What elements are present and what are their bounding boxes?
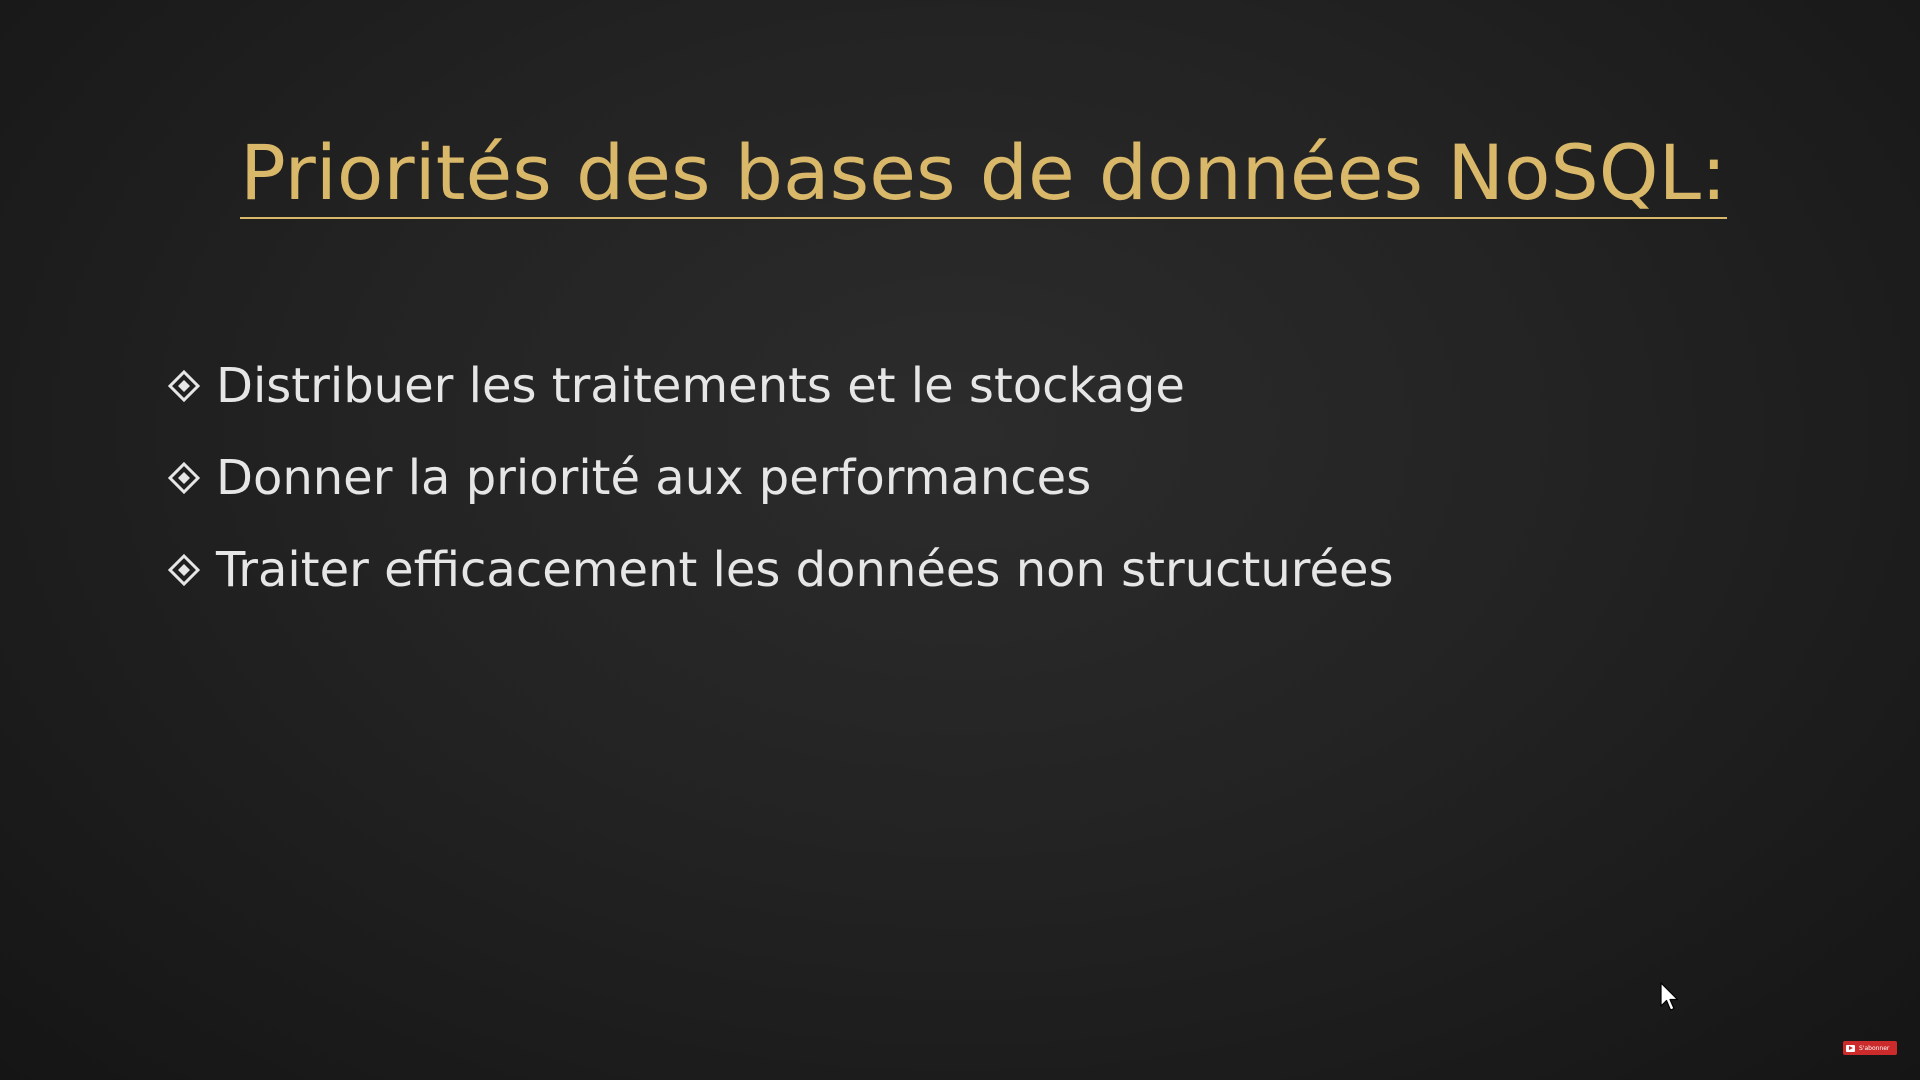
diamond-bullet-icon	[167, 461, 201, 495]
subscribe-button[interactable]: S'abonner	[1843, 1041, 1897, 1055]
slide-title: Priorités des bases de données NoSQL:	[240, 118, 1727, 228]
bullet-item: Distribuer les traitements et le stockag…	[166, 340, 1394, 432]
bullet-text: Distribuer les traitements et le stockag…	[216, 358, 1185, 414]
bullet-text: Traiter efficacement les données non str…	[216, 542, 1394, 598]
slide: Priorités des bases de données NoSQL: Di…	[0, 0, 1920, 1080]
mouse-pointer-icon	[1660, 982, 1679, 1011]
diamond-bullet-icon	[167, 553, 201, 587]
bullet-text: Donner la priorité aux performances	[216, 450, 1092, 506]
bullet-list: Distribuer les traitements et le stockag…	[166, 340, 1394, 616]
bullet-item: Donner la priorité aux performances	[166, 432, 1394, 524]
youtube-play-icon	[1846, 1044, 1855, 1052]
diamond-bullet-icon	[167, 369, 201, 403]
subscribe-label: S'abonner	[1859, 1044, 1890, 1052]
bullet-item: Traiter efficacement les données non str…	[166, 524, 1394, 616]
slide-title-text: Priorités des bases de données NoSQL:	[240, 128, 1727, 219]
